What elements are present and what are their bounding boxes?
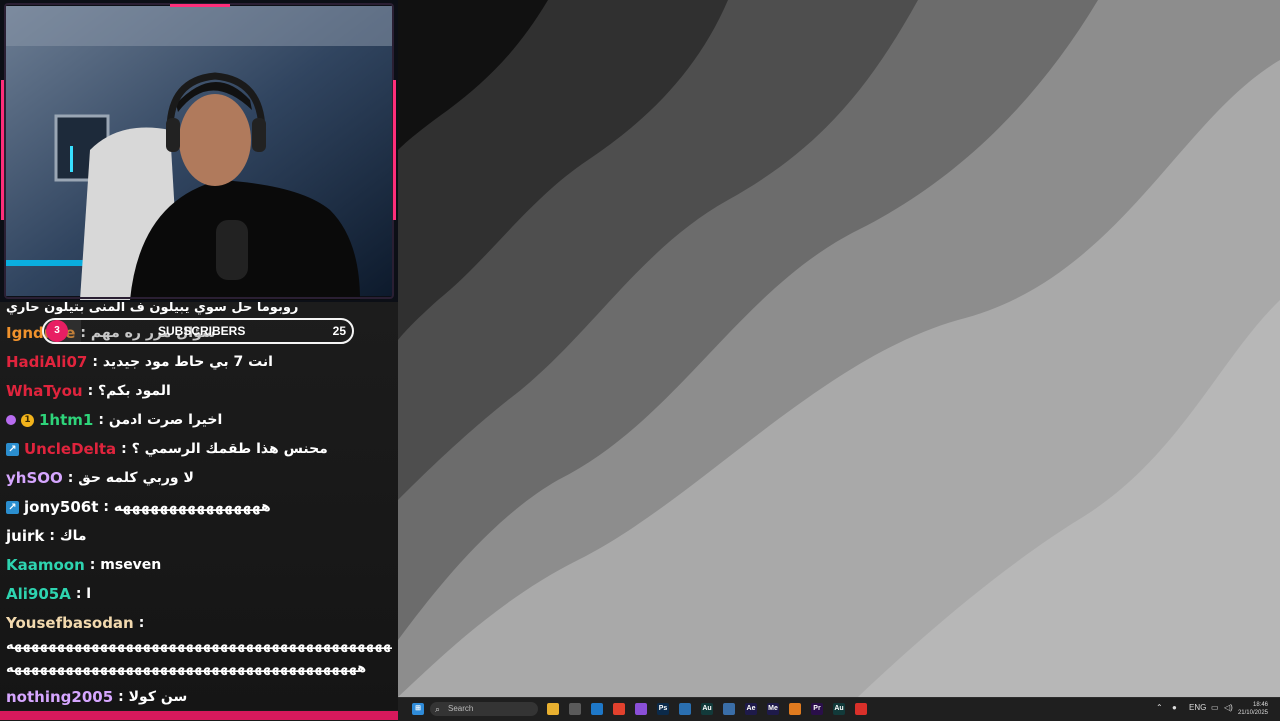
chat-message: روبوما حل سوي يبيلون ف المنى بتيلون حاري [6, 302, 392, 315]
chat-message-text: : انت 7 بي حاط مود جيديد [92, 354, 273, 370]
taskbar-search-placeholder: Search [448, 704, 474, 713]
chat-message: juirk : ماك [6, 527, 392, 545]
gift-badge-icon: 1 [21, 413, 34, 427]
chat-message-text: : ماك [49, 528, 87, 544]
chat-message-text: : لا وربي كلمه حق [67, 470, 194, 486]
chat-username[interactable]: UncleDelta [24, 440, 116, 458]
chat-message-text: هههههههههههههههههههههههههههههههههههههههه… [6, 661, 367, 676]
taskbar-brave-icon[interactable] [613, 703, 625, 715]
cam-frame-border [4, 3, 394, 299]
taskbar-premiere-icon[interactable]: Pr [811, 703, 823, 715]
chat-message: Yousefbasodan: [6, 614, 392, 632]
taskbar-audition-icon[interactable]: Au [701, 703, 713, 715]
taskbar-blender-icon[interactable] [789, 703, 801, 715]
chat-message: yhSOO: لا وربي كلمه حق [6, 469, 392, 487]
wave-wallpaper-graphic [398, 0, 1280, 697]
windows-taskbar: ⊞ ⌕ Search Ps Au Ae Me Pr Au ⌃ ● ENG ▭ ◁) 18:… [398, 697, 1280, 721]
subscribers-label: SUBSCRIBERS [158, 324, 246, 338]
chat-message: Ali905A: ا [6, 585, 392, 603]
volume-icon[interactable]: ◁) [1224, 703, 1233, 712]
desktop-wallpaper [398, 0, 1280, 697]
cam-glow-top [170, 4, 230, 7]
subscribers-current-count: 3 [46, 320, 68, 342]
taskbar-vscode-icon[interactable] [591, 703, 603, 715]
prime-badge-icon: ↗ [6, 442, 19, 456]
taskbar-search-box[interactable]: ⌕ Search [430, 702, 538, 716]
chat-username[interactable]: Ali905A [6, 585, 71, 603]
chat-username[interactable]: jony506t [24, 498, 98, 516]
chat-message: Kaamoon: mseven [6, 556, 392, 574]
chat-message: هههههههههههههههههههههههههههههههههههههههه… [6, 661, 392, 676]
chat-username[interactable]: yhSOO [6, 469, 63, 487]
chat-message-text: هههههههههههههههههههههههههههههههههههههههه… [6, 638, 392, 653]
subscribers-goal: 25 [332, 324, 346, 338]
search-icon: ⌕ [435, 704, 441, 714]
chat-username[interactable]: 1htm1 [39, 411, 93, 429]
taskbar-clock[interactable]: 18:46 21/10/2025 [1238, 701, 1268, 717]
taskbar-media-encoder-icon[interactable]: Me [767, 703, 779, 715]
microphone-icon[interactable]: ● [1172, 703, 1177, 712]
webcam-overlay [0, 0, 398, 302]
tray-language[interactable]: ENG [1189, 703, 1206, 712]
chat-message-text: : سن كولا [118, 689, 188, 705]
prime-badge-icon: ↗ [6, 500, 19, 514]
chat-username[interactable]: HadiAli07 [6, 353, 87, 371]
stream-chat: روبوما حل سوي يبيلون ف المنى بتيلون حاري… [0, 302, 398, 710]
chat-message-text: : ا [75, 586, 92, 602]
taskbar-chrome-red-icon[interactable] [855, 703, 867, 715]
chat-username[interactable]: Kaamoon [6, 556, 85, 574]
clock-time: 18:46 [1252, 702, 1268, 708]
chat-message-text: روبوما حل سوي يبيلون ف المنى بتيلون حاري [6, 302, 299, 315]
taskbar-after-effects-icon[interactable]: Ae [745, 703, 757, 715]
chat-message: WhaTyou: المود بكم؟ [6, 382, 392, 400]
chat-message-text: : اخيرا صرت ادمن [98, 412, 223, 428]
chat-message: ↗ jony506t : ههههههههههههههههه [6, 498, 392, 516]
chat-message-text: : محنس هذا طقمك الرسمي ؟ [121, 441, 328, 457]
taskbar-photoshop-icon[interactable]: Ps [657, 703, 669, 715]
cam-glow-left [1, 80, 4, 220]
chat-username[interactable]: WhaTyou [6, 382, 83, 400]
chat-message: هههههههههههههههههههههههههههههههههههههههه… [6, 638, 392, 653]
chat-message: HadiAli07 : انت 7 بي حاط مود جيديد [6, 353, 392, 371]
subscribers-goal-bar: 3 SUBSCRIBERS 25 [42, 318, 354, 344]
network-icon[interactable]: ▭ [1211, 703, 1219, 712]
cam-glow-right [393, 80, 396, 220]
chat-username[interactable]: Yousefbasodan [6, 614, 134, 632]
stream-bottom-bar [0, 711, 398, 720]
chat-message-text: : المود بكم؟ [87, 383, 171, 399]
chat-message: nothing2005 : سن كولا [6, 688, 392, 706]
taskbar-store-icon[interactable] [569, 703, 581, 715]
taskbar-file-explorer-icon[interactable] [547, 703, 559, 715]
chat-message-text: : mseven [89, 557, 162, 573]
taskbar-audition-2-icon[interactable]: Au [833, 703, 845, 715]
chat-message: 1 1htm1 : اخيرا صرت ادمن [6, 411, 392, 429]
subscriber-badge-icon [6, 415, 16, 425]
chat-message-text: : [138, 615, 145, 631]
tray-chevron-icon[interactable]: ⌃ [1156, 703, 1163, 712]
clock-date: 21/10/2025 [1237, 710, 1268, 716]
chat-message-text: : ههههههههههههههههه [103, 499, 271, 515]
chat-username[interactable]: juirk [6, 527, 44, 545]
chat-message: ↗ UncleDelta : محنس هذا طقمك الرسمي ؟ [6, 440, 392, 458]
taskbar-app-blue-icon[interactable] [679, 703, 691, 715]
taskbar-calculator-icon[interactable] [723, 703, 735, 715]
chat-username[interactable]: nothing2005 [6, 688, 113, 706]
taskbar-visual-studio-icon[interactable] [635, 703, 647, 715]
start-icon[interactable]: ⊞ [412, 703, 424, 715]
